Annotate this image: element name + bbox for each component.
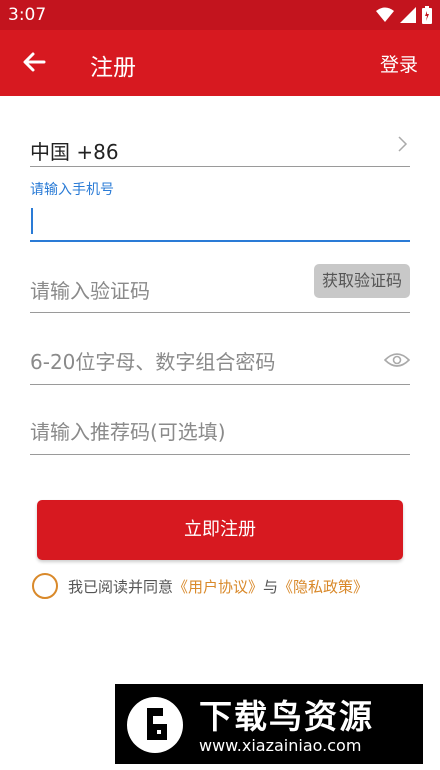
phone-label: 请输入手机号	[30, 182, 114, 198]
password-field[interactable]	[30, 340, 410, 385]
country-selector[interactable]: 中国 +86	[30, 130, 410, 167]
watermark-brand: 下载鸟资源	[199, 697, 374, 736]
agreement-row: 我已阅读并同意 《用户协议》 与 《隐私政策》	[32, 572, 368, 600]
register-button[interactable]: 立即注册	[37, 500, 403, 560]
country-code: 中国 +86	[30, 140, 119, 164]
referral-code-input[interactable]	[30, 410, 410, 454]
app-bar: 注册 登录	[0, 30, 440, 96]
page-title: 注册	[90, 55, 136, 81]
privacy-policy-link[interactable]: 《隐私政策》	[278, 576, 368, 597]
signal-icon	[400, 7, 416, 23]
watermark: 下载鸟资源 www.xiazainiao.com	[115, 684, 423, 764]
phone-field[interactable]	[30, 200, 410, 242]
agreement-conjunction: 与	[263, 577, 279, 596]
wifi-icon	[376, 7, 394, 22]
login-button[interactable]: 登录	[380, 50, 418, 77]
status-time: 3:07	[8, 5, 47, 25]
bird-logo-icon	[127, 697, 183, 753]
password-input[interactable]	[30, 340, 370, 384]
chevron-right-icon	[398, 136, 408, 152]
phone-input[interactable]	[30, 200, 410, 240]
user-agreement-link[interactable]: 《用户协议》	[173, 576, 263, 597]
text-cursor	[31, 208, 33, 234]
verification-code-input[interactable]	[30, 270, 300, 312]
watermark-url: www.xiazainiao.com	[199, 736, 362, 755]
verification-code-field[interactable]: 获取验证码	[30, 264, 410, 313]
get-code-button[interactable]: 获取验证码	[313, 264, 410, 298]
status-bar: 3:07	[0, 0, 440, 30]
battery-icon	[422, 6, 432, 24]
back-arrow-icon[interactable]	[20, 48, 48, 76]
agreement-prefix: 我已阅读并同意	[68, 577, 174, 596]
eye-icon[interactable]	[384, 350, 410, 370]
status-icons	[376, 5, 432, 25]
agreement-checkbox[interactable]	[32, 573, 58, 599]
referral-code-field[interactable]	[30, 410, 410, 455]
